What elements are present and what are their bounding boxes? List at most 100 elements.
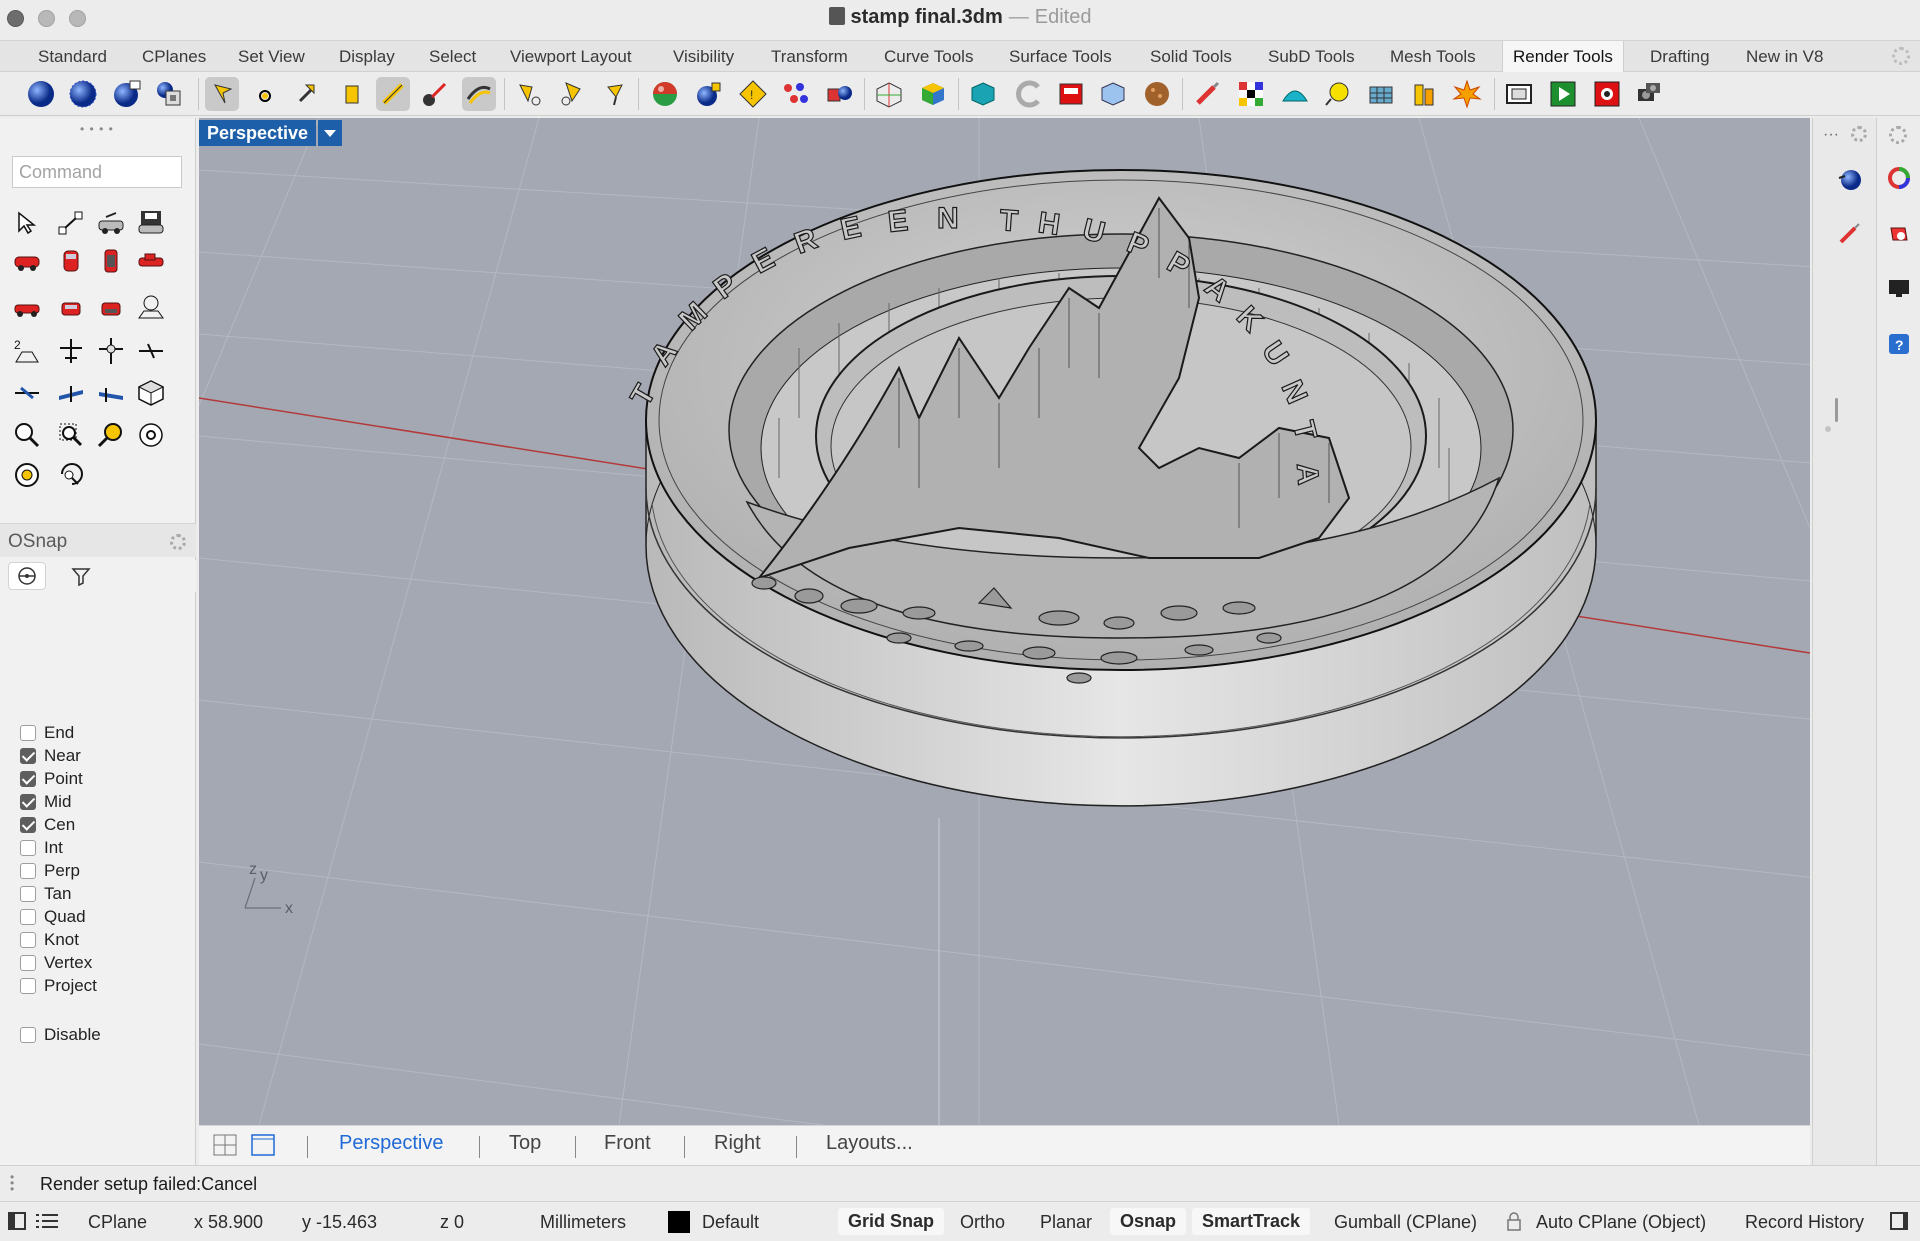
render-panel-sphere-icon[interactable] [1833, 162, 1865, 194]
osnap-mid-checkbox[interactable] [20, 794, 36, 810]
right-panel-gear-icon[interactable] [1851, 126, 1867, 142]
cube-icon[interactable] [916, 77, 950, 111]
materials-panel-icon[interactable] [1883, 218, 1915, 250]
plane-blue-right-icon[interactable] [92, 374, 130, 412]
render-panel-brush-icon[interactable] [1833, 218, 1865, 250]
render-window-icon[interactable] [110, 77, 144, 111]
tab-front[interactable]: Front [604, 1132, 651, 1155]
plane-blue-left-icon[interactable] [8, 374, 46, 412]
osnap-vertex-checkbox[interactable] [20, 955, 36, 971]
right-panel-toggle-icon[interactable] [1890, 1212, 1908, 1230]
osnap-perp-checkbox[interactable] [20, 863, 36, 879]
tab-mesh-tools[interactable]: Mesh Tools [1380, 41, 1486, 72]
osnap-int-checkbox[interactable] [20, 840, 36, 856]
undo-view-icon[interactable] [52, 456, 90, 494]
osnap-item-project[interactable]: Project [20, 975, 97, 997]
tab-layouts[interactable]: Layouts... [826, 1132, 913, 1155]
tab-set-view[interactable]: Set View [228, 41, 315, 72]
osnap-project-checkbox[interactable] [20, 978, 36, 994]
tab-standard[interactable]: Standard [28, 41, 117, 72]
perspective-viewport[interactable]: T A M P E R E E N T H U P P A K U N T A … [199, 118, 1810, 1125]
grid-plane-icon[interactable] [1364, 77, 1398, 111]
spotlight-icon[interactable] [1320, 77, 1354, 111]
tab-solid-tools[interactable]: Solid Tools [1140, 41, 1242, 72]
save-car-icon[interactable] [132, 204, 170, 242]
tab-surface-tools[interactable]: Surface Tools [999, 41, 1122, 72]
decal-icon[interactable]: ! [736, 77, 770, 111]
render-play-icon[interactable] [1546, 77, 1580, 111]
osnap-cen-checkbox[interactable] [20, 817, 36, 833]
osnap-settings-gear-icon[interactable] [170, 534, 186, 550]
select-arrow-icon[interactable] [8, 204, 46, 242]
car-red-top-icon[interactable] [92, 242, 130, 280]
osnap-disable-checkbox[interactable] [20, 1027, 36, 1043]
tab-new-in-v8[interactable]: New in V8 [1736, 41, 1833, 72]
color-wheel-panel-icon[interactable] [1883, 162, 1915, 194]
line-icon[interactable] [376, 77, 410, 111]
tab-perspective[interactable]: Perspective [339, 1132, 444, 1155]
panel-dot-handle[interactable] [1825, 426, 1831, 432]
four-viewports-icon[interactable] [213, 1134, 237, 1161]
history-grip-icon[interactable]: • • • [10, 1171, 14, 1195]
render-sphere-icon[interactable] [24, 77, 58, 111]
osnap-item-end[interactable]: End [20, 722, 74, 744]
wood-texture-icon[interactable] [1140, 77, 1174, 111]
arrow-leader-icon[interactable] [418, 77, 452, 111]
osnap-item-disable[interactable]: Disable [20, 1024, 101, 1046]
light-spot-icon[interactable] [512, 77, 546, 111]
environment-icon[interactable] [822, 77, 856, 111]
sun-icon[interactable] [1450, 77, 1484, 111]
car-red-bottom-icon[interactable] [92, 288, 130, 326]
light-directional-icon[interactable] [598, 77, 632, 111]
lock-icon[interactable] [1506, 1212, 1522, 1237]
osnap-knot-checkbox[interactable] [20, 932, 36, 948]
move-points-icon[interactable] [52, 204, 90, 242]
panel-grip-icon[interactable]: • • • • [80, 122, 114, 136]
help-panel-icon[interactable]: ? [1883, 328, 1915, 360]
stamp-model[interactable] [645, 169, 1597, 807]
status-cplane[interactable]: CPlane [88, 1212, 147, 1233]
osnap-item-mid[interactable]: Mid [20, 791, 71, 813]
viewport-title[interactable]: Perspective [199, 120, 317, 146]
zoom-extents-all-icon[interactable] [8, 456, 46, 494]
command-input[interactable] [12, 156, 182, 188]
osnap-toggle[interactable]: Osnap [1110, 1208, 1187, 1235]
list-icon[interactable] [36, 1212, 58, 1235]
status-units[interactable]: Millimeters [540, 1212, 626, 1233]
point-icon[interactable] [248, 77, 282, 111]
tab-render-tools[interactable]: Render Tools [1502, 41, 1624, 72]
sweep-icon[interactable] [462, 77, 496, 111]
display-panel-icon[interactable] [1883, 272, 1915, 304]
dome-icon[interactable] [1278, 77, 1312, 111]
zoom-icon[interactable] [8, 416, 46, 454]
osnap-item-point[interactable]: Point [20, 768, 83, 790]
smarttrack-toggle[interactable]: SmartTrack [1192, 1208, 1311, 1235]
osnap-filter-tab-icon[interactable] [62, 562, 100, 590]
zoom-extents-icon[interactable] [132, 416, 170, 454]
more-panels-icon[interactable]: ··· [1823, 126, 1839, 144]
osnap-item-tan[interactable]: Tan [20, 883, 71, 905]
tab-drafting[interactable]: Drafting [1640, 41, 1720, 72]
tab-subd-tools[interactable]: SubD Tools [1258, 41, 1365, 72]
panel-resize-handle[interactable] [1835, 398, 1838, 422]
zoom-selected-icon[interactable] [92, 416, 130, 454]
render-objects-icon[interactable] [692, 77, 726, 111]
osnap-item-cen[interactable]: Cen [20, 814, 75, 836]
planar-toggle[interactable]: Planar [1040, 1212, 1092, 1233]
osnap-item-knot[interactable]: Knot [20, 929, 79, 951]
tab-top[interactable]: Top [509, 1132, 541, 1155]
select-cursor-icon[interactable] [205, 77, 239, 111]
tabs-settings-gear-icon[interactable] [1892, 47, 1910, 65]
box-solid-icon[interactable] [966, 77, 1000, 111]
cube-view-icon[interactable] [132, 374, 170, 412]
tab-select[interactable]: Select [419, 41, 486, 72]
perspective-grid-icon[interactable] [132, 288, 170, 326]
render-record-icon[interactable] [1590, 77, 1624, 111]
plane-top-icon[interactable] [52, 332, 90, 370]
linear-light-icon[interactable] [1408, 77, 1442, 111]
gumball-toggle[interactable]: Gumball (CPlane) [1334, 1212, 1477, 1233]
material-sphere-icon[interactable] [648, 77, 682, 111]
osnap-quad-checkbox[interactable] [20, 909, 36, 925]
glass-box-icon[interactable] [1096, 77, 1130, 111]
light-point-icon[interactable] [554, 77, 588, 111]
